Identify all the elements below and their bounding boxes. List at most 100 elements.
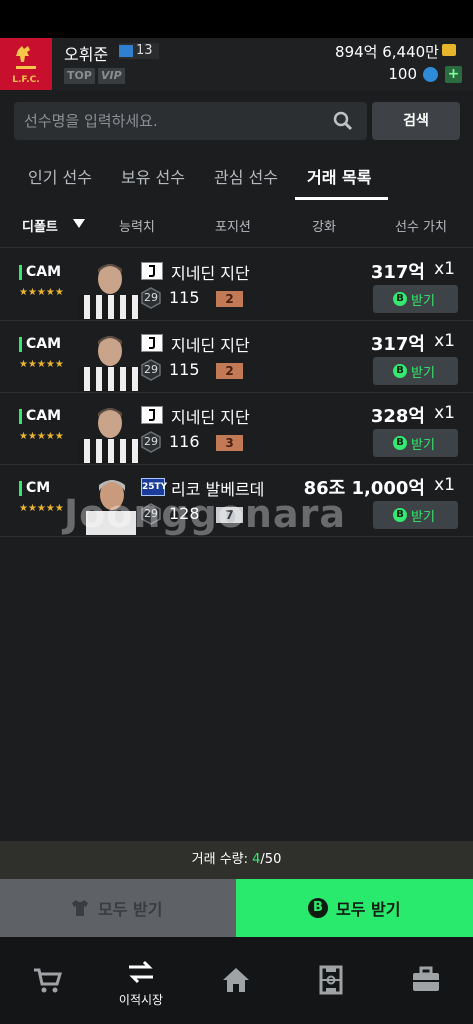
receive-label: 받기	[411, 510, 435, 525]
receive-all-coins-button[interactable]: B 모두 받기	[236, 879, 473, 937]
nav-label: 이적시장	[118, 993, 164, 1007]
add-points-button[interactable]: +	[445, 66, 462, 83]
receive-all-items-button[interactable]: 모두 받기	[0, 879, 236, 937]
home-icon	[221, 965, 251, 995]
position-bar	[19, 265, 22, 280]
player-ovr: 115	[169, 288, 200, 307]
list-item[interactable]: CAM ★★★★★ 지네딘 지단 29 115 2 317억 x1 B 받기	[0, 321, 473, 393]
player-pay: 29	[144, 435, 158, 448]
top-bar: L.F.C. 오휘준 13 TOP VIP 894억 6,440만 100 +	[0, 38, 473, 90]
upgrade-grade: 2	[216, 291, 243, 307]
sort-filter-row: 디폴트 능력치 포지션 강화 선수 가치	[0, 200, 473, 248]
season-badge: 25TY	[141, 478, 168, 496]
tab-owned[interactable]: 보유 선수	[121, 164, 185, 188]
coin-icon	[442, 44, 456, 56]
player-qty: x1	[434, 331, 455, 351]
nav-home[interactable]	[189, 937, 283, 1024]
player-ovr: 115	[169, 360, 200, 379]
sort-upgrade[interactable]: 강화	[312, 216, 336, 235]
action-row: 모두 받기 B 모두 받기	[0, 879, 473, 937]
player-price: 86조 1,000억	[303, 478, 425, 499]
b-coin-icon: B	[393, 436, 407, 450]
player-price: 317억	[370, 334, 425, 355]
search-button[interactable]: 검색	[372, 102, 460, 140]
nav-squad[interactable]	[284, 937, 378, 1024]
list-item[interactable]: CAM ★★★★★ 지네딘 지단 29 116 3 328억 x1 B 받기	[0, 393, 473, 465]
upgrade-grade: 3	[216, 435, 243, 451]
sort-default[interactable]: 디폴트	[22, 216, 58, 235]
receive-button[interactable]: B 받기	[373, 285, 458, 313]
caret-down-icon[interactable]	[73, 219, 85, 228]
user-name: 오휘준	[64, 45, 109, 64]
search-input[interactable]	[24, 102, 324, 140]
b-coin-icon: B	[393, 292, 407, 306]
shirt-icon	[71, 899, 89, 917]
player-stars: ★★★★★	[19, 287, 64, 298]
player-name: 지네딘 지단	[171, 264, 250, 283]
player-stars: ★★★★★	[19, 503, 64, 514]
player-qty: x1	[434, 403, 455, 423]
player-qty: x1	[434, 259, 455, 279]
trade-count-prefix: 거래 수량:	[191, 852, 253, 867]
player-pay: 29	[144, 291, 158, 304]
position-bar	[19, 481, 22, 496]
receive-button[interactable]: B 받기	[373, 501, 458, 529]
receive-all-items-label: 모두 받기	[98, 900, 163, 919]
search-area: 검색	[0, 90, 473, 152]
player-ovr: 116	[169, 432, 200, 451]
nav-transfer-market[interactable]: 이적시장	[94, 937, 188, 1024]
player-portrait	[78, 327, 140, 391]
list-item[interactable]: CM ★★★★★ 25TY 리코 발베르데 29 128 7 86조 1,000…	[0, 465, 473, 537]
upgrade-grade: 7	[216, 507, 243, 523]
briefcase-icon	[411, 965, 441, 995]
b-coin-icon: B	[393, 508, 407, 522]
player-name: 지네딘 지단	[171, 336, 250, 355]
juventus-badge-icon	[141, 406, 163, 424]
juventus-badge-icon	[141, 262, 163, 280]
rank-vip-badge: VIP	[98, 68, 125, 84]
bottom-nav: 이적시장	[0, 937, 473, 1024]
rank-top-badge: TOP	[64, 68, 95, 84]
player-position: CAM	[26, 336, 62, 352]
receive-label: 받기	[411, 294, 435, 309]
player-price: 328억	[370, 406, 425, 427]
trade-count-max: /50	[260, 852, 282, 867]
nav-inventory[interactable]	[379, 937, 473, 1024]
status-bar	[0, 0, 473, 38]
juventus-badge-icon	[141, 334, 163, 352]
level-badge: 13	[119, 43, 159, 59]
upgrade-grade: 2	[216, 363, 243, 379]
transfer-icon	[126, 957, 156, 987]
season-label: 25TY	[142, 482, 168, 492]
receive-button[interactable]: B 받기	[373, 357, 458, 385]
player-name: 지네딘 지단	[171, 408, 250, 427]
pitch-icon	[316, 965, 346, 995]
nav-shop[interactable]	[0, 937, 94, 1024]
player-stars: ★★★★★	[19, 359, 64, 370]
club-logo[interactable]: L.F.C.	[0, 38, 52, 90]
tab-popular[interactable]: 인기 선수	[28, 164, 92, 188]
list-item[interactable]: CAM ★★★★★ 지네딘 지단 29 115 2 317억 x1 B 받기	[0, 249, 473, 321]
player-position: CAM	[26, 264, 62, 280]
sort-ability[interactable]: 능력치	[119, 216, 155, 235]
coin-balance: 894억 6,440만	[335, 43, 439, 61]
search-icon[interactable]	[333, 111, 353, 131]
position-bar	[19, 337, 22, 352]
tab-trade-list[interactable]: 거래 목록	[307, 164, 371, 188]
player-position: CM	[26, 480, 51, 496]
trade-list: CAM ★★★★★ 지네딘 지단 29 115 2 317억 x1 B 받기 C…	[0, 249, 473, 537]
trade-count-bar: 거래 수량: 4/50	[0, 841, 473, 879]
b-coin-icon: B	[308, 898, 328, 918]
player-pay: 29	[144, 363, 158, 376]
player-position: CAM	[26, 408, 62, 424]
search-input-box[interactable]	[14, 102, 367, 140]
receive-button[interactable]: B 받기	[373, 429, 458, 457]
level-flag-icon	[119, 45, 133, 57]
player-name: 리코 발베르데	[171, 480, 265, 499]
sort-position[interactable]: 포지션	[215, 216, 251, 235]
receive-label: 받기	[411, 366, 435, 381]
sort-value[interactable]: 선수 가치	[395, 216, 447, 235]
player-ovr: 128	[169, 504, 200, 523]
tab-watchlist[interactable]: 관심 선수	[214, 164, 278, 188]
level-number: 13	[136, 43, 153, 58]
